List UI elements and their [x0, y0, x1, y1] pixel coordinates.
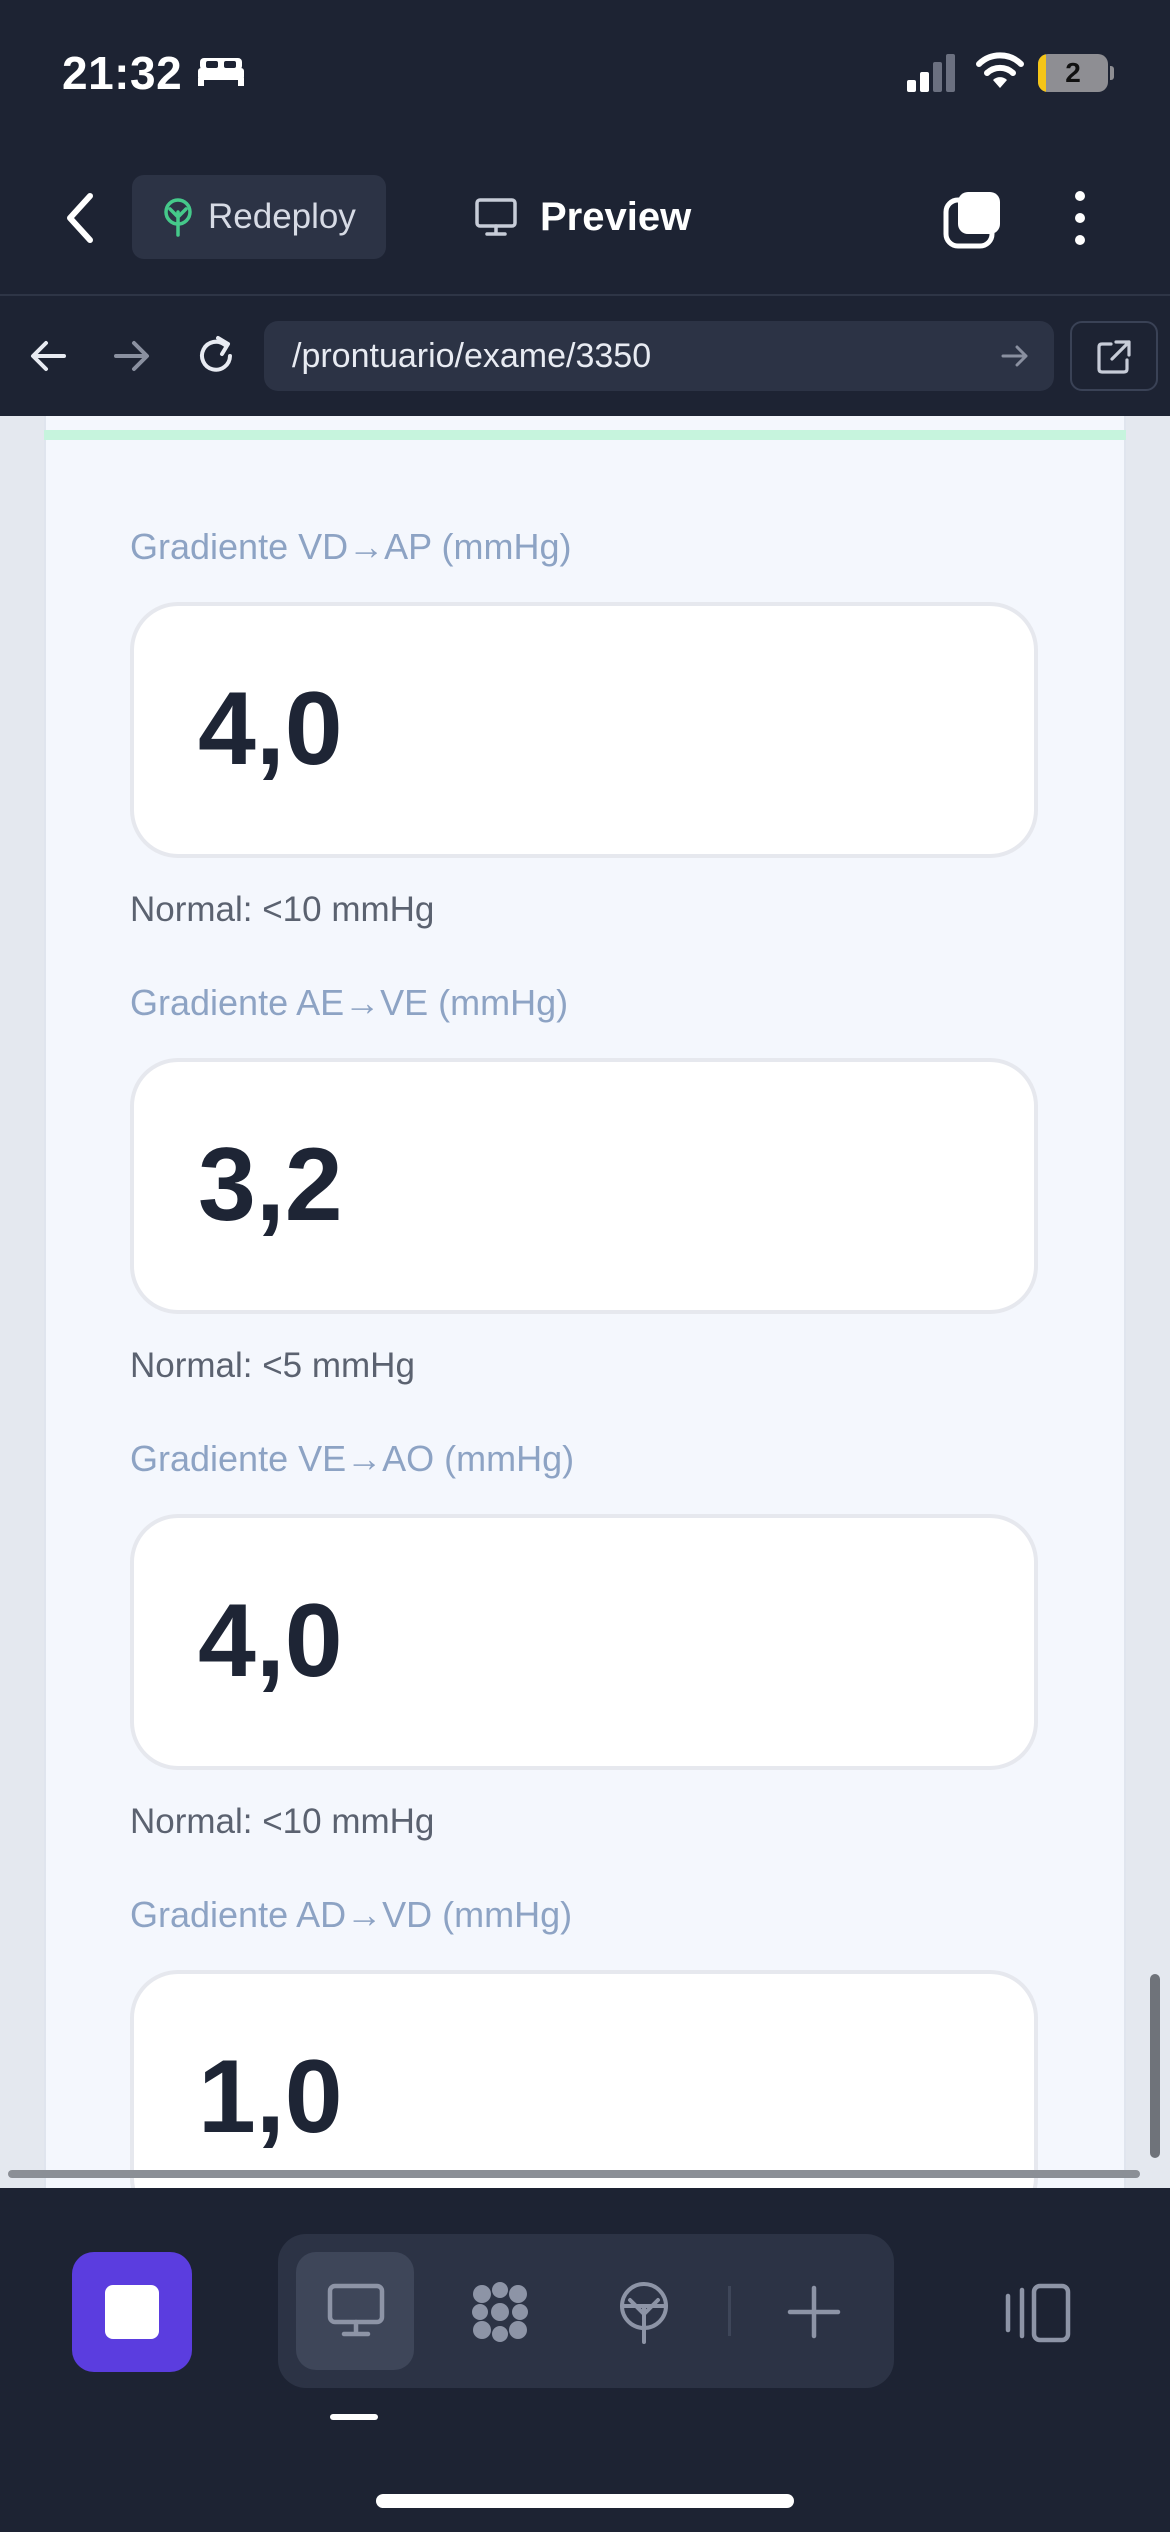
stop-button[interactable]	[72, 2252, 192, 2372]
add-button[interactable]	[754, 2252, 872, 2370]
monitor-icon	[327, 2283, 385, 2337]
go-arrow-icon[interactable]	[1000, 341, 1030, 371]
external-link-icon	[1097, 340, 1131, 374]
value-field-ae-ve[interactable]: 3,2	[130, 1058, 1038, 1314]
value-field-vd-ap[interactable]: 4,0	[130, 602, 1038, 858]
monitor-icon	[475, 198, 517, 236]
home-indicator	[376, 2494, 794, 2508]
card-accent-bar	[44, 430, 1126, 440]
url-input[interactable]: /prontuario/exame/3350	[264, 321, 1054, 391]
battery-level: 2	[1065, 57, 1081, 88]
apps-icon	[472, 2282, 528, 2342]
value-text: 4,0	[198, 671, 343, 787]
apps-mode-button[interactable]	[440, 2252, 558, 2370]
field-label-ae-ve: Gradiente AE→VE (mmHg)	[130, 982, 569, 1023]
cellular-signal-icon	[907, 54, 955, 92]
horizontal-scrollbar[interactable]	[8, 2170, 1140, 2178]
mode-switcher	[278, 2234, 894, 2388]
wifi-icon	[976, 52, 1024, 88]
arrow-left-icon[interactable]	[28, 336, 68, 376]
tabs-icon[interactable]	[942, 188, 1004, 250]
value-text: 1,0	[198, 2039, 343, 2155]
side-panel-icon[interactable]	[1000, 2282, 1074, 2344]
vertical-scrollbar[interactable]	[1150, 1974, 1160, 2158]
page-viewport: Gradiente VD→AP (mmHg) 4,0 Normal: <10 m…	[0, 416, 1170, 2188]
preview-mode-button[interactable]	[296, 2252, 414, 2370]
antenna-icon	[620, 2282, 668, 2344]
normal-range-text: Normal: <5 mmHg	[130, 1346, 415, 1385]
redeploy-label: Redeploy	[208, 197, 356, 236]
value-field-ad-vd[interactable]: 1,0	[130, 1970, 1038, 2188]
value-text: 3,2	[198, 1127, 343, 1243]
arrow-right-icon[interactable]	[112, 336, 152, 376]
more-vertical-icon[interactable]	[1068, 188, 1092, 248]
open-external-button[interactable]	[1070, 321, 1158, 391]
tree-icon	[164, 198, 192, 237]
preview-label: Preview	[540, 195, 692, 239]
chevron-left-icon[interactable]	[60, 190, 100, 246]
plus-icon	[787, 2285, 841, 2339]
mode-separator	[728, 2286, 731, 2336]
bed-icon	[198, 58, 244, 86]
battery-indicator: 2	[1038, 54, 1114, 92]
redeploy-button[interactable]: Redeploy	[132, 175, 386, 259]
normal-range-text: Normal: <10 mmHg	[130, 1802, 435, 1841]
field-label-ad-vd: Gradiente AD→VD (mmHg)	[130, 1894, 573, 1935]
value-field-ve-ao[interactable]: 4,0	[130, 1514, 1038, 1770]
status-time: 21:32	[62, 47, 183, 99]
status-bar: 21:32 2	[0, 0, 1170, 150]
normal-range-text: Normal: <10 mmHg	[130, 890, 435, 929]
reload-icon[interactable]	[194, 334, 238, 378]
stop-icon	[105, 2285, 159, 2339]
url-text: /prontuario/exame/3350	[292, 337, 652, 375]
value-text: 4,0	[198, 1583, 343, 1699]
active-mode-indicator	[330, 2414, 378, 2420]
field-label-vd-ap: Gradiente VD→AP (mmHg)	[130, 526, 572, 567]
field-label-ve-ao: Gradiente VE→AO (mmHg)	[130, 1438, 575, 1479]
deploy-mode-button[interactable]	[584, 2252, 702, 2370]
